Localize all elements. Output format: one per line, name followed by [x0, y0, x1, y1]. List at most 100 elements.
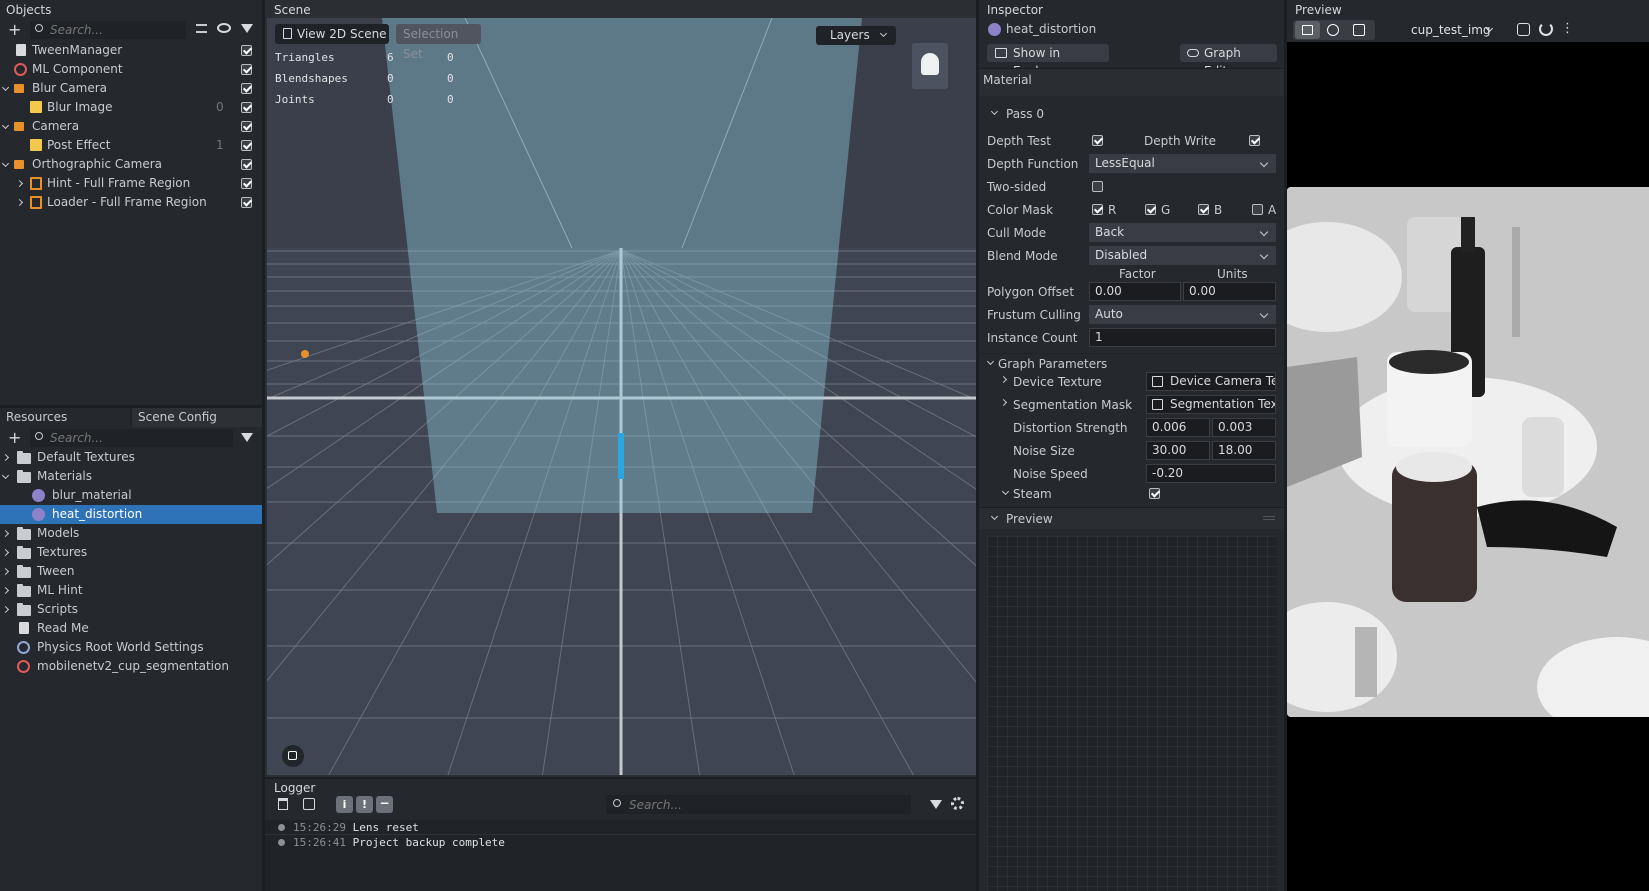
add-resource-button[interactable]: + — [8, 428, 21, 447]
graph-parameters-header[interactable]: Graph Parameters — [979, 353, 1284, 373]
log-entry[interactable]: 15:26:29 Lens reset — [265, 820, 976, 835]
logger-search-input[interactable] — [629, 796, 899, 813]
drag-handle-icon[interactable] — [1263, 516, 1275, 520]
frustum-culling-select[interactable]: Auto — [1089, 305, 1276, 324]
tree-item-ml-component[interactable]: ML Component — [0, 60, 262, 79]
chevron-down-icon[interactable] — [1001, 487, 1010, 496]
error-filter-icon[interactable]: − — [376, 796, 393, 813]
tree-item-blur-camera[interactable]: Blur Camera — [0, 79, 262, 98]
resource-heat-distortion[interactable]: heat_distortion — [0, 505, 262, 524]
log-entry[interactable]: 15:26:41 Project backup complete — [265, 835, 976, 850]
pass-header[interactable]: Pass 0 — [979, 104, 1284, 124]
tree-item-camera[interactable]: Camera — [0, 117, 262, 136]
chevron-right-icon[interactable] — [15, 198, 24, 207]
chevron-right-icon[interactable] — [1, 605, 10, 614]
distortion-y-input[interactable]: 0.003 — [1212, 418, 1276, 437]
chevron-down-icon[interactable] — [1, 83, 10, 92]
trash-icon[interactable] — [278, 798, 288, 810]
preview-section-header[interactable]: Preview — [979, 507, 1284, 529]
polygon-units-input[interactable]: 0.00 — [1183, 282, 1276, 301]
info-filter-icon[interactable]: i — [336, 796, 353, 813]
resource-textures[interactable]: Textures — [0, 543, 262, 562]
filter-icon[interactable] — [241, 433, 253, 442]
resource-materials[interactable]: Materials — [0, 467, 262, 486]
tree-item-post-effect[interactable]: Post Effect 1 — [0, 136, 262, 155]
chevron-right-icon[interactable] — [15, 179, 24, 188]
chevron-down-icon[interactable] — [1, 471, 10, 480]
instance-count-input[interactable]: 1 — [1089, 328, 1276, 347]
refresh-icon[interactable] — [1539, 22, 1553, 36]
tree-item-loader-full-frame[interactable]: Loader - Full Frame Region — [0, 193, 262, 212]
mask-b-checkbox[interactable] — [1198, 204, 1209, 215]
depth-write-checkbox[interactable] — [1249, 135, 1260, 146]
chevron-right-icon[interactable] — [1, 586, 10, 595]
selection-set-button[interactable]: Selection Set — [396, 24, 481, 61]
swap-camera-icon[interactable] — [1517, 23, 1530, 36]
gear-icon[interactable] — [951, 797, 964, 810]
resource-default-textures[interactable]: Default Textures — [0, 448, 262, 467]
scene-viewport[interactable]: View 2D Scene Selection Set Layers Trian… — [267, 18, 976, 775]
camera-overlay-toggle-icon[interactable] — [282, 745, 304, 767]
blend-mode-select[interactable]: Disabled — [1089, 246, 1276, 265]
depth-test-checkbox[interactable] — [1092, 135, 1103, 146]
tree-item-tweenmanager[interactable]: TweenManager — [0, 41, 262, 60]
tree-item-hint-full-frame[interactable]: Hint - Full Frame Region — [0, 174, 262, 193]
resources-search-input[interactable] — [50, 430, 225, 446]
chevron-right-icon[interactable] — [1, 567, 10, 576]
device-texture-field[interactable]: Device Camera Text — [1146, 372, 1276, 391]
show-in-explorer-button[interactable]: Show in Explorer — [987, 44, 1109, 78]
depth-function-select[interactable]: LessEqual — [1089, 154, 1276, 173]
filter-icon[interactable] — [241, 24, 253, 33]
layers-dropdown[interactable]: Layers — [816, 26, 896, 45]
visibility-checkbox[interactable] — [241, 140, 252, 151]
snapchat-ghost-icon[interactable] — [912, 43, 948, 89]
tree-item-orthographic-camera[interactable]: Orthographic Camera — [0, 155, 262, 174]
device-preview-icon[interactable] — [1295, 21, 1320, 39]
mask-a-checkbox[interactable] — [1252, 204, 1263, 215]
segmentation-mask-field[interactable]: Segmentation Text — [1146, 395, 1276, 414]
chevron-right-icon[interactable] — [1, 548, 10, 557]
capture-icon[interactable] — [1353, 24, 1365, 36]
noise-size-y-input[interactable]: 18.00 — [1212, 441, 1276, 460]
filter-icon[interactable] — [930, 800, 942, 809]
visibility-checkbox[interactable] — [241, 45, 252, 56]
visibility-checkbox[interactable] — [241, 159, 252, 170]
cull-mode-select[interactable]: Back — [1089, 223, 1276, 242]
resource-blur-material[interactable]: blur_material — [0, 486, 262, 505]
tree-item-blur-image[interactable]: Blur Image 0 — [0, 98, 262, 117]
reset-preview-icon[interactable] — [1327, 24, 1339, 36]
tab-resources[interactable]: Resources — [0, 408, 130, 427]
chevron-right-icon[interactable] — [999, 398, 1008, 407]
resource-ml-hint[interactable]: ML Hint — [0, 581, 262, 600]
visibility-checkbox[interactable] — [241, 121, 252, 132]
distortion-x-input[interactable]: 0.006 — [1146, 418, 1210, 437]
chevron-right-icon[interactable] — [1, 529, 10, 538]
view-2d-scene-button[interactable]: View 2D Scene — [275, 24, 389, 44]
resource-read-me[interactable]: Read Me — [0, 619, 262, 638]
visibility-checkbox[interactable] — [241, 102, 252, 113]
visibility-checkbox[interactable] — [241, 64, 252, 75]
two-sided-checkbox[interactable] — [1092, 181, 1103, 192]
polygon-factor-input[interactable]: 0.00 — [1089, 282, 1181, 301]
visibility-checkbox[interactable] — [241, 178, 252, 189]
noise-size-x-input[interactable]: 30.00 — [1146, 441, 1210, 460]
chevron-right-icon[interactable] — [1, 453, 10, 462]
graph-editor-button[interactable]: Graph Editor — [1180, 44, 1277, 78]
resource-physics-root[interactable]: Physics Root World Settings — [0, 638, 262, 657]
resource-tween[interactable]: Tween — [0, 562, 262, 581]
mask-r-checkbox[interactable] — [1092, 204, 1103, 215]
resource-models[interactable]: Models — [0, 524, 262, 543]
tab-scene-config[interactable]: Scene Config — [132, 408, 262, 427]
chevron-right-icon[interactable] — [999, 375, 1008, 384]
warning-filter-icon[interactable]: ! — [356, 796, 373, 813]
resource-ml-model[interactable]: mobilenetv2_cup_segmentation — [0, 657, 262, 676]
list-view-icon[interactable] — [196, 24, 207, 33]
visibility-checkbox[interactable] — [241, 197, 252, 208]
clear-on-reset-icon[interactable] — [303, 798, 315, 810]
add-object-button[interactable]: + — [8, 20, 21, 39]
steam-checkbox[interactable] — [1149, 488, 1160, 499]
chevron-down-icon[interactable] — [1, 159, 10, 168]
objects-search-input[interactable] — [50, 22, 180, 38]
visibility-eye-icon[interactable] — [217, 23, 231, 33]
visibility-checkbox[interactable] — [241, 83, 252, 94]
